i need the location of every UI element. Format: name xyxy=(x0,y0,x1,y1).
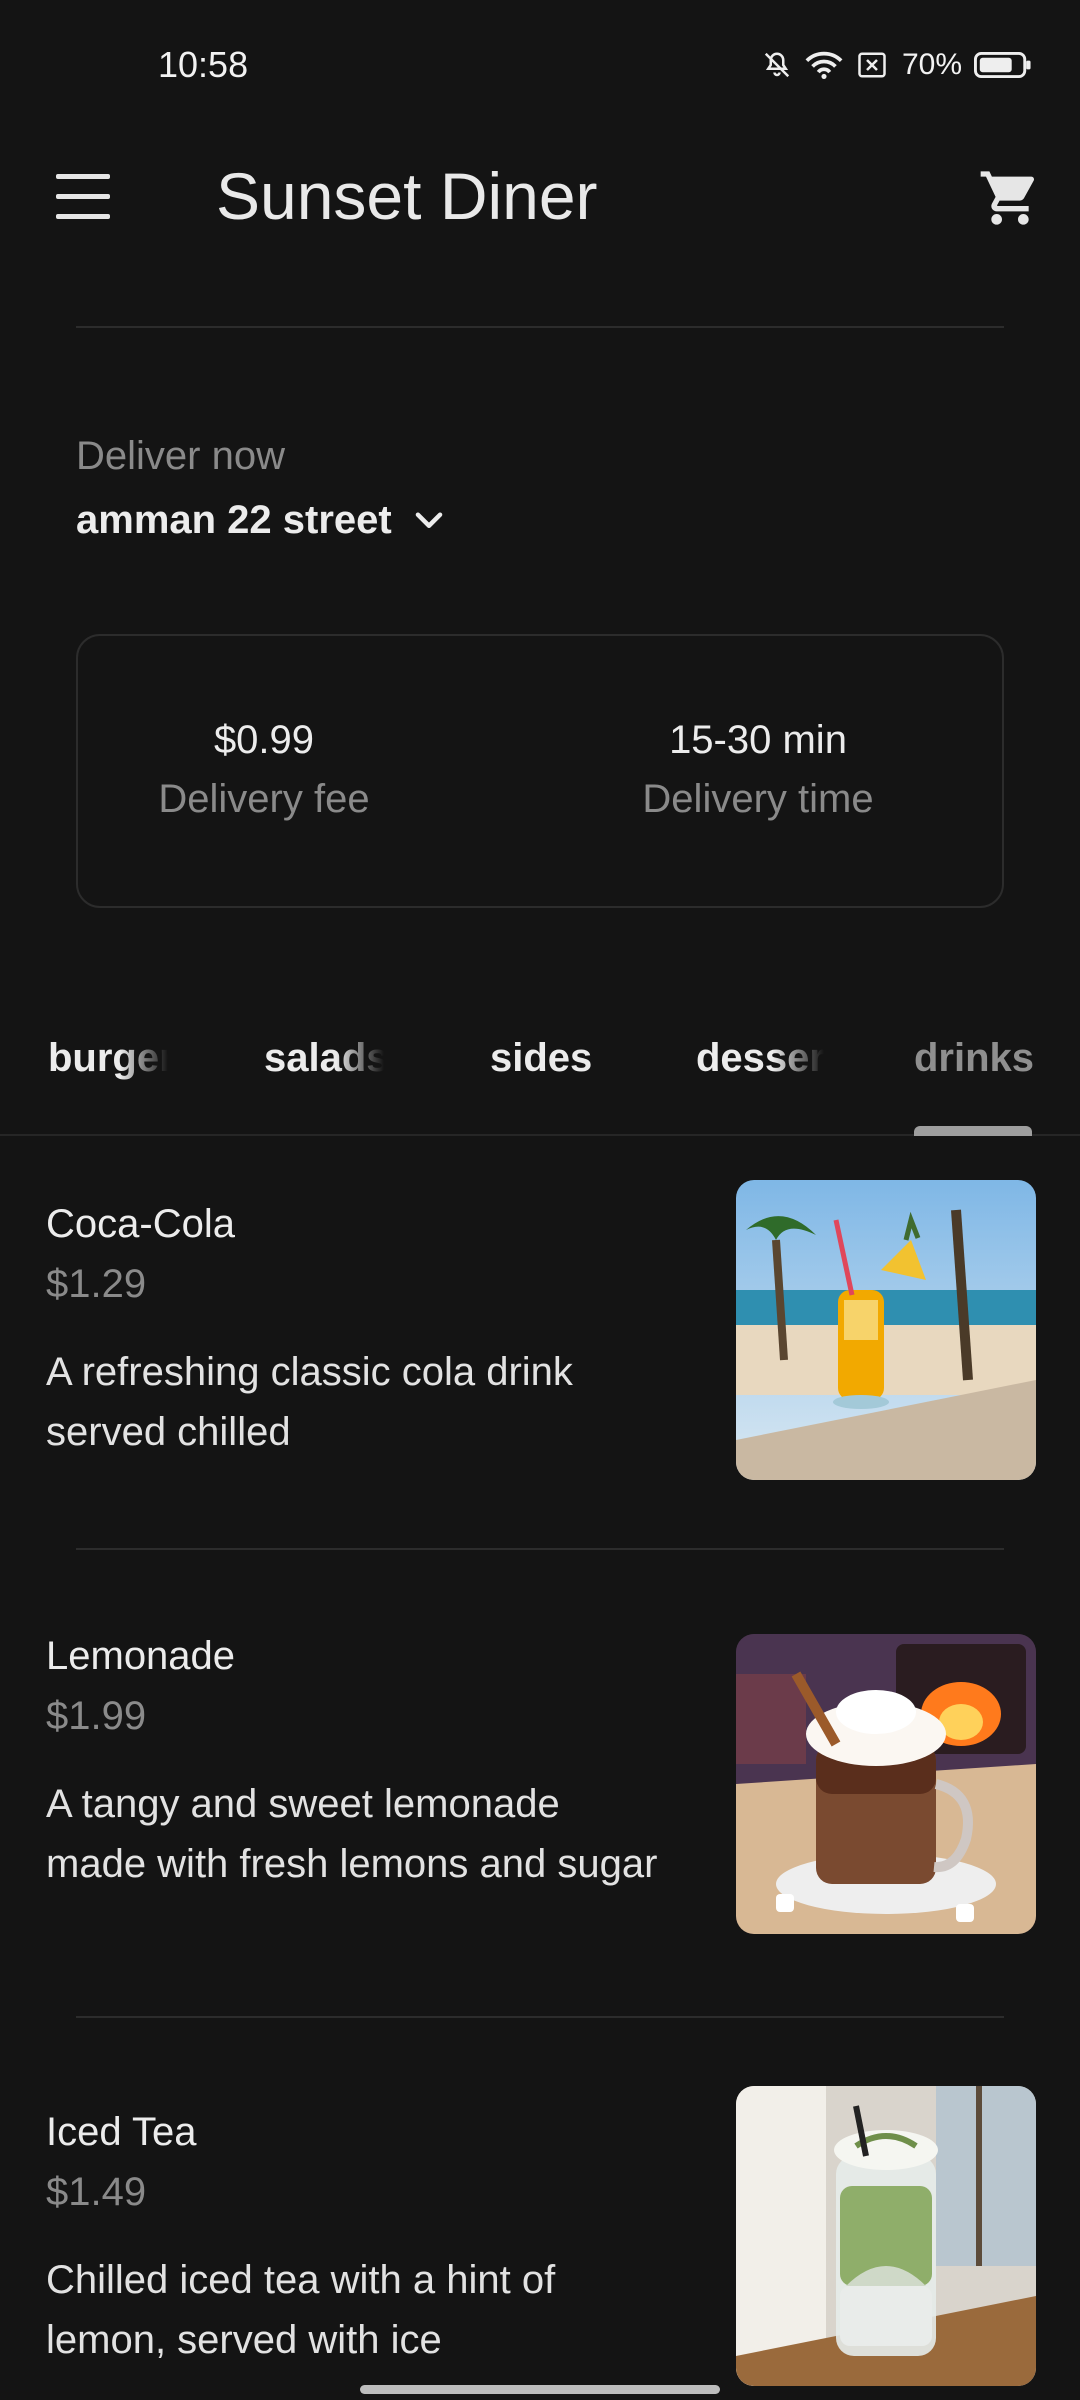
address-text: amman 22 street xyxy=(76,498,392,542)
menu-item[interactable]: Lemonade $1.99 A tangy and sweet lemonad… xyxy=(0,1634,1080,1954)
home-indicator[interactable] xyxy=(360,2385,720,2394)
menu-item[interactable]: Iced Tea $1.49 Chilled iced tea with a h… xyxy=(0,2086,1080,2386)
deliver-label: Deliver now xyxy=(76,434,285,478)
item-price: $1.29 xyxy=(46,1262,147,1306)
battery-percentage: 70% xyxy=(901,48,962,81)
hamburger-menu-icon[interactable] xyxy=(54,174,116,220)
delivery-info-card: $0.99 Delivery fee 15-30 min Delivery ti… xyxy=(76,634,1004,908)
item-divider xyxy=(76,1548,1004,1550)
delivery-fee-label: Delivery fee xyxy=(158,777,370,821)
item-image xyxy=(736,2086,1036,2386)
delivery-fee: $0.99 Delivery fee xyxy=(78,718,450,822)
item-divider xyxy=(76,2016,1004,2018)
wifi-icon xyxy=(805,51,843,79)
item-image xyxy=(736,1634,1036,1934)
tab-desserts[interactable]: desserts xyxy=(696,1036,824,1081)
header-divider xyxy=(76,326,1004,328)
item-image xyxy=(736,1180,1036,1480)
delivery-time: 15-30 min Delivery time xyxy=(518,718,998,822)
item-description: A refreshing classic cola drink served c… xyxy=(46,1350,573,1454)
address-selector[interactable]: amman 22 street xyxy=(76,498,448,543)
close-box-icon xyxy=(858,52,886,78)
tab-indicator xyxy=(914,1126,1032,1136)
tab-sides[interactable]: sides xyxy=(490,1036,592,1081)
item-name: Lemonade xyxy=(46,1634,236,1678)
bell-off-icon xyxy=(764,52,790,78)
delivery-fee-value: $0.99 xyxy=(213,718,315,762)
item-name: Coca-Cola xyxy=(46,1202,235,1246)
delivery-time-label: Delivery time xyxy=(642,777,874,821)
menu-item[interactable]: Coca-Cola $1.29 A refreshing classic col… xyxy=(0,1180,1080,1500)
delivery-time-value: 15-30 min xyxy=(669,718,847,762)
cart-icon[interactable] xyxy=(978,166,1042,230)
tab-burgers[interactable]: burgers xyxy=(48,1036,168,1081)
tab-drinks[interactable]: drinks xyxy=(914,1036,1034,1081)
status-time: 10:58 xyxy=(158,44,249,85)
page-title: Sunset Diner xyxy=(216,159,598,233)
item-description: Chilled iced tea with a hint of lemon, s… xyxy=(46,2258,556,2362)
chevron-down-icon xyxy=(415,511,443,528)
item-price: $1.99 xyxy=(46,1694,147,1738)
item-description: A tangy and sweet lemonade made with fre… xyxy=(46,1782,658,1886)
status-icons: 70% xyxy=(762,48,1032,82)
item-name: Iced Tea xyxy=(46,2110,197,2154)
tab-salads[interactable]: salads xyxy=(264,1036,384,1081)
item-price: $1.49 xyxy=(46,2170,147,2214)
category-tabs: burgers salads sides desserts drinks xyxy=(0,1020,1080,1134)
battery-icon xyxy=(974,51,1031,79)
